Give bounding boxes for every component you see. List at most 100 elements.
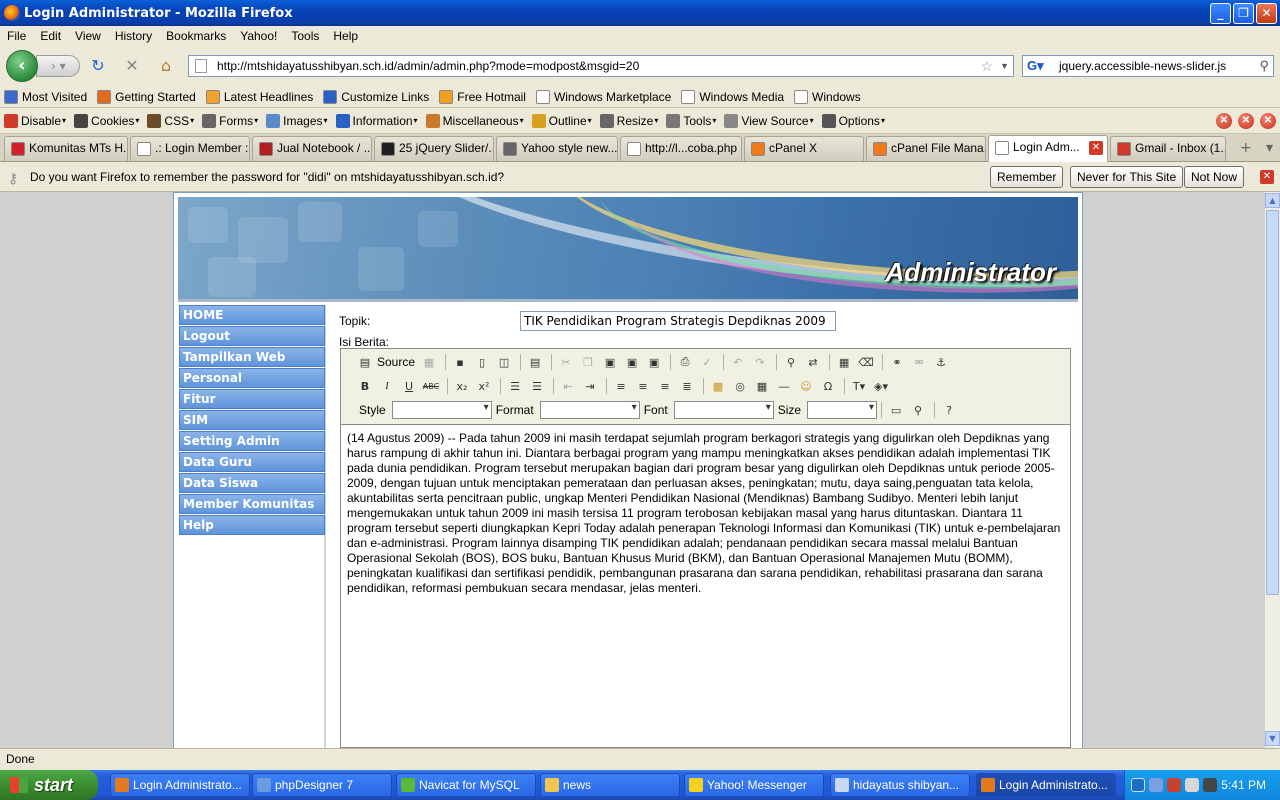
image-icon[interactable]: ▩ bbox=[708, 376, 728, 396]
sidebar-item-data-guru[interactable]: Data Guru bbox=[179, 452, 325, 472]
webdev-cookies-menu[interactable]: Cookies ▾ bbox=[70, 113, 143, 128]
bookmark-windows[interactable]: Windows bbox=[790, 89, 865, 104]
home-icon[interactable]: ⌂ bbox=[156, 57, 176, 75]
menu-view[interactable]: View bbox=[68, 29, 108, 43]
numbered-list-icon[interactable]: ☰ bbox=[505, 376, 525, 396]
unlink-icon[interactable]: ⚮ bbox=[909, 352, 929, 372]
forward-button[interactable]: › ▾ bbox=[36, 55, 80, 77]
menu-yahoo[interactable]: Yahoo! bbox=[233, 29, 284, 43]
show-blocks-icon[interactable]: ⚲ bbox=[908, 400, 928, 420]
smiley-icon[interactable]: ☺ bbox=[796, 376, 816, 396]
search-icon[interactable]: ⚲ bbox=[1259, 56, 1269, 76]
bookmark-windows-marketplace[interactable]: Windows Marketplace bbox=[532, 89, 675, 104]
table-icon[interactable]: ▦ bbox=[752, 376, 772, 396]
menu-edit[interactable]: Edit bbox=[33, 29, 68, 43]
remove-format-icon[interactable]: ⌫ bbox=[856, 352, 876, 372]
page-scrollbar[interactable]: ▲ ▼ bbox=[1264, 192, 1280, 748]
webdev-outline-menu[interactable]: Outline ▾ bbox=[528, 113, 596, 128]
webdev-disable-menu[interactable]: Disable ▾ bbox=[0, 113, 70, 128]
paste-icon[interactable]: ▣ bbox=[600, 352, 620, 372]
superscript-icon[interactable]: x² bbox=[474, 376, 494, 396]
paste-word-icon[interactable]: ▣ bbox=[644, 352, 664, 372]
toolbar-close-icon[interactable]: ✕ bbox=[1238, 113, 1254, 129]
tab-http-l-coba-php[interactable]: http://l...coba.php bbox=[620, 136, 742, 161]
webdev-tools-menu[interactable]: Tools ▾ bbox=[662, 113, 720, 128]
special-char-icon[interactable]: Ω bbox=[818, 376, 838, 396]
list-tabs-icon[interactable]: ▾ bbox=[1266, 140, 1273, 156]
print-icon[interactable]: ⎙ bbox=[675, 352, 695, 372]
maximize-button[interactable]: ❐ bbox=[1233, 3, 1254, 24]
never-for-this-site-button[interactable]: Never for This Site bbox=[1070, 166, 1184, 188]
link-icon[interactable]: ⚭ bbox=[887, 352, 907, 372]
bulleted-list-icon[interactable]: ☰ bbox=[527, 376, 547, 396]
taskbar-item-login-administrato[interactable]: Login Administrato... bbox=[110, 773, 250, 797]
sidebar-item-data-siswa[interactable]: Data Siswa bbox=[179, 473, 325, 493]
search-box[interactable]: G▾ jquery.accessible-news-slider.js ⚲ bbox=[1022, 55, 1274, 77]
copy-icon[interactable]: ❐ bbox=[578, 352, 598, 372]
taskbar-item-phpdesigner-7[interactable]: phpDesigner 7 bbox=[252, 773, 392, 797]
bookmark-star-icon[interactable]: ☆ bbox=[980, 56, 993, 76]
text-color-icon[interactable]: T▾ bbox=[849, 376, 869, 396]
bookmark-most-visited[interactable]: Most Visited bbox=[0, 89, 91, 104]
close-tab-icon[interactable]: ✕ bbox=[1089, 141, 1103, 155]
bookmark-getting-started[interactable]: Getting Started bbox=[93, 89, 200, 104]
sidebar-item-fitur[interactable]: Fitur bbox=[179, 389, 325, 409]
sidebar-item-member-komunitas[interactable]: Member Komunitas bbox=[179, 494, 325, 514]
align-right-icon[interactable]: ≡ bbox=[655, 376, 675, 396]
webdev-resize-menu[interactable]: Resize ▾ bbox=[596, 113, 663, 128]
webdev-images-menu[interactable]: Images ▾ bbox=[262, 113, 331, 128]
bg-color-icon[interactable]: ◈▾ bbox=[871, 376, 891, 396]
tab-login-adm[interactable]: Login Adm... ✕ bbox=[988, 135, 1108, 162]
sidebar-item-help[interactable]: Help bbox=[179, 515, 325, 535]
toolbar-close-icon[interactable]: ✕ bbox=[1216, 113, 1232, 129]
about-icon[interactable]: ? bbox=[939, 400, 959, 420]
network-icon[interactable] bbox=[1149, 778, 1163, 792]
menu-history[interactable]: History bbox=[108, 29, 159, 43]
webdev-forms-menu[interactable]: Forms ▾ bbox=[198, 113, 262, 128]
webdev-miscellaneous-menu[interactable]: Miscellaneous ▾ bbox=[422, 113, 528, 128]
reload-icon[interactable]: ↻ bbox=[88, 57, 108, 75]
webdev-view-source-menu[interactable]: View Source ▾ bbox=[720, 113, 817, 128]
bookmark-windows-media[interactable]: Windows Media bbox=[677, 89, 788, 104]
sidebar-item-personal[interactable]: Personal bbox=[179, 368, 325, 388]
editor-content[interactable]: (14 Agustus 2009) -- Pada tahun 2009 ini… bbox=[341, 424, 1070, 747]
menu-bookmarks[interactable]: Bookmarks bbox=[159, 29, 233, 43]
bold-icon[interactable]: B bbox=[355, 376, 375, 396]
back-button[interactable]: ‹ bbox=[6, 50, 38, 82]
menu-help[interactable]: Help bbox=[326, 29, 365, 43]
webdev-css-menu[interactable]: CSS ▾ bbox=[143, 113, 198, 128]
tab-login-member[interactable]: .: Login Member :. bbox=[130, 136, 250, 161]
size-select[interactable] bbox=[807, 401, 878, 419]
templates-list-icon[interactable]: ▤ bbox=[525, 352, 545, 372]
topik-input[interactable]: TIK Pendidikan Program Strategis Depdikn… bbox=[520, 311, 836, 331]
url-dropdown-icon[interactable]: ▼ bbox=[1000, 56, 1009, 76]
strikethrough-icon[interactable]: ABC bbox=[421, 376, 441, 396]
anchor-icon[interactable]: ⚓ bbox=[931, 352, 951, 372]
scroll-down-icon[interactable]: ▼ bbox=[1265, 731, 1280, 746]
menu-file[interactable]: File bbox=[0, 29, 33, 43]
cut-icon[interactable]: ✂ bbox=[556, 352, 576, 372]
style-select[interactable] bbox=[391, 401, 492, 419]
camera-icon[interactable] bbox=[1203, 778, 1217, 792]
subscript-icon[interactable]: x₂ bbox=[452, 376, 472, 396]
replace-icon[interactable]: ⇄ bbox=[803, 352, 823, 372]
taskbar-item-hidayatus-shibyan[interactable]: hidayatus shibyan... bbox=[830, 773, 970, 797]
not-now-button[interactable]: Not Now bbox=[1184, 166, 1245, 188]
bookmark-free-hotmail[interactable]: Free Hotmail bbox=[435, 89, 530, 104]
bookmark-latest-headlines[interactable]: Latest Headlines bbox=[202, 89, 317, 104]
save-icon[interactable]: ▪ bbox=[450, 352, 470, 372]
templates-icon[interactable]: ▦ bbox=[419, 352, 439, 372]
spellcheck-icon[interactable]: ✓ bbox=[697, 352, 717, 372]
taskbar-item-yahoo-messenger[interactable]: Yahoo! Messenger bbox=[684, 773, 824, 797]
tab-komunitas-mts-h[interactable]: Komunitas MTs H... bbox=[4, 136, 128, 161]
remember-button[interactable]: Remember bbox=[990, 166, 1064, 188]
sidebar-item-logout[interactable]: Logout bbox=[179, 326, 325, 346]
italic-icon[interactable]: I bbox=[377, 376, 397, 396]
taskbar-item-news[interactable]: news bbox=[540, 773, 680, 797]
sidebar-item-sim[interactable]: SIM bbox=[179, 410, 325, 430]
flash-icon[interactable]: ◎ bbox=[730, 376, 750, 396]
tab-jual-notebook[interactable]: Jual Notebook / ... bbox=[252, 136, 372, 161]
horizontal-rule-icon[interactable]: ― bbox=[774, 376, 794, 396]
address-bar[interactable]: http://mtshidayatusshibyan.sch.id/admin/… bbox=[188, 55, 1014, 77]
redo-icon[interactable]: ↷ bbox=[750, 352, 770, 372]
